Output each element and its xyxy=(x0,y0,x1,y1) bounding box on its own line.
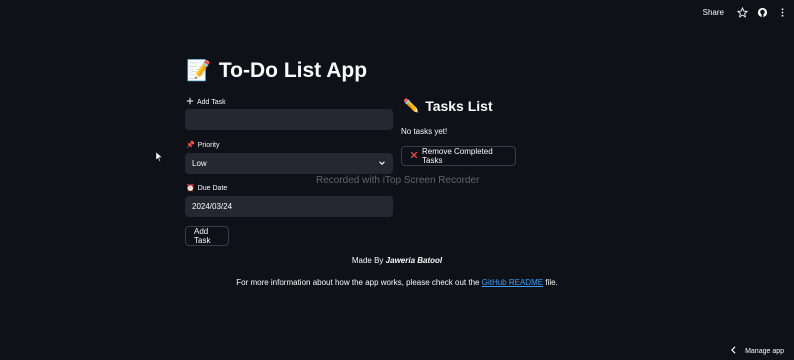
chevron-down-icon xyxy=(378,159,386,169)
recorder-watermark: Recorded with iTop Screen Recorder xyxy=(316,175,480,186)
add-task-button[interactable]: Add Task xyxy=(185,226,229,246)
page-title: 📝 To-Do List App xyxy=(186,58,367,83)
github-readme-link[interactable]: GitHub README xyxy=(482,278,543,287)
made-by-text: Made By Jaweria Batool xyxy=(351,256,443,265)
close-icon xyxy=(410,151,418,161)
priority-label: 📌 Priority xyxy=(186,141,220,150)
page-title-text: To-Do List App xyxy=(218,58,368,82)
author-name: Jaweria Batool xyxy=(385,256,443,265)
priority-select[interactable]: Low xyxy=(185,153,393,174)
plus-icon xyxy=(186,97,194,107)
task-input[interactable] xyxy=(185,109,393,130)
alarm-clock-icon: ⏰ xyxy=(186,185,195,192)
memo-icon: 📝 xyxy=(186,60,211,82)
star-icon[interactable] xyxy=(736,6,748,18)
github-icon[interactable] xyxy=(756,6,768,18)
info-text: For more information about how the app w… xyxy=(236,278,558,287)
pencil-icon: ✏️ xyxy=(403,98,420,113)
due-date-input[interactable]: 2024/03/24 xyxy=(185,196,393,217)
due-date-label: ⏰ Due Date xyxy=(186,184,228,193)
share-button[interactable]: Share xyxy=(703,8,724,17)
chevron-left-icon xyxy=(730,346,737,356)
pushpin-icon: 📌 xyxy=(186,142,195,149)
empty-tasks-text: No tasks yet! xyxy=(401,127,448,136)
manage-app-button[interactable]: Manage app xyxy=(730,346,784,356)
mouse-cursor-icon xyxy=(155,149,163,167)
more-vertical-icon[interactable] xyxy=(776,6,788,18)
remove-completed-button[interactable]: Remove Completed Tasks xyxy=(401,146,516,166)
add-task-label: Add Task xyxy=(186,97,226,107)
tasks-list-title: ✏️ Tasks List xyxy=(403,98,493,114)
top-toolbar: Share xyxy=(703,0,794,24)
